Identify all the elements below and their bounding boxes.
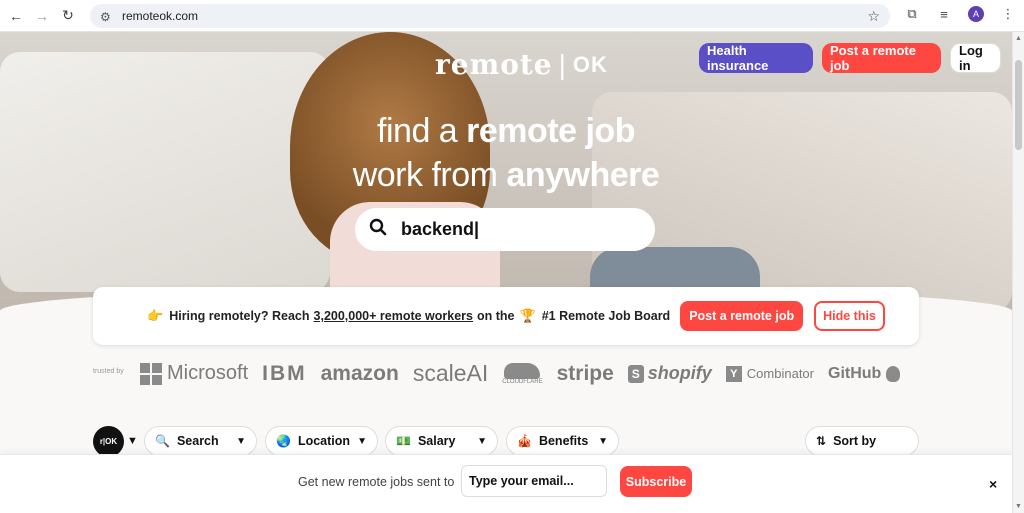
- hero-search-box[interactable]: [355, 208, 655, 251]
- ycombinator-text: Combinator: [746, 366, 814, 381]
- email-field[interactable]: [461, 465, 607, 497]
- banner-workers-link[interactable]: 3,200,000+ remote workers: [314, 309, 473, 323]
- cloudflare-logo: CLOUDFLARE: [502, 362, 543, 385]
- cloudflare-text: CLOUDFLARE: [502, 378, 543, 385]
- microsoft-text: Microsoft: [167, 362, 249, 384]
- hero-headline-1: find a remote job: [0, 112, 1012, 151]
- chevron-down-icon: ▼: [236, 435, 246, 447]
- menu-kebab-icon[interactable]: ⋮: [1000, 6, 1016, 22]
- headline-2-light: work from: [352, 156, 507, 194]
- sort-by-button[interactable]: ⇅ Sort by: [805, 426, 919, 456]
- headline-2-bold: anywhere: [506, 156, 660, 194]
- remoteok-menu-logo[interactable]: r|OK: [93, 426, 124, 457]
- hiring-banner: 👉 Hiring remotely? Reach 3,200,000+ remo…: [93, 287, 919, 345]
- banner-post-job-button[interactable]: Post a remote job: [680, 301, 804, 331]
- forward-icon[interactable]: →: [32, 6, 52, 26]
- bookmark-star-icon[interactable]: ☆: [867, 8, 880, 25]
- shopify-logo: S shopify: [627, 363, 712, 384]
- site-logo[interactable]: remote | OK: [435, 48, 608, 81]
- headline-1-light: find a: [377, 112, 467, 150]
- ycombinator-logo: Y Combinator: [725, 365, 814, 382]
- banner-text-c: #1 Remote Job Board: [541, 309, 671, 323]
- media-controls-icon[interactable]: ≡: [936, 6, 952, 22]
- microsoft-squares-icon: [140, 362, 162, 385]
- stripe-logo: stripe: [556, 361, 614, 385]
- extensions-icon[interactable]: ⧉: [904, 6, 920, 22]
- shopify-bag-icon: S: [627, 364, 644, 383]
- banner-text-b: on the: [477, 309, 515, 323]
- address-bar[interactable]: ⚙ remoteok.com ☆: [90, 4, 890, 28]
- headline-1-bold: remote job: [466, 112, 635, 150]
- logo-word: remote: [435, 48, 553, 81]
- chevron-down-icon: ▼: [477, 435, 487, 447]
- cloud-icon: [504, 362, 541, 379]
- logo-separator: |: [558, 48, 567, 80]
- close-icon[interactable]: ×: [989, 476, 997, 492]
- salary-filter[interactable]: 💵 Salary ▼: [385, 426, 498, 456]
- health-insurance-button[interactable]: Health insurance: [699, 43, 813, 73]
- location-filter[interactable]: 🌏 Location ▼: [265, 426, 378, 456]
- github-logo: GitHub: [828, 364, 901, 383]
- scroll-up-icon[interactable]: ▲: [1015, 35, 1022, 42]
- banner-hide-button[interactable]: Hide this: [814, 301, 885, 331]
- url-text: remoteok.com: [122, 9, 199, 23]
- site-settings-icon[interactable]: ⚙: [100, 10, 114, 24]
- salary-filter-label: Salary: [417, 434, 456, 448]
- sort-icon: ⇅: [816, 434, 827, 448]
- pointing-hand-icon: 👉: [147, 308, 164, 323]
- github-text: GitHub: [828, 364, 882, 382]
- post-job-button[interactable]: Post a remote job: [822, 43, 941, 73]
- benefits-filter[interactable]: 🎪 Benefits ▼: [506, 426, 619, 456]
- magnifier-icon: 🔍: [155, 434, 170, 448]
- scroll-thumb[interactable]: [1015, 60, 1022, 150]
- logo-ok: OK: [572, 51, 608, 77]
- location-filter-label: Location: [297, 434, 351, 448]
- search-filter[interactable]: 🔍 Search ▼: [144, 426, 257, 456]
- subscribe-button[interactable]: Subscribe: [620, 466, 692, 497]
- chevron-down-icon: ▼: [598, 435, 608, 447]
- reload-icon[interactable]: ↻: [58, 6, 78, 26]
- browser-toolbar: ← → ↻ ⚙ remoteok.com ☆ ⧉ ≡ A ⋮: [0, 0, 1024, 32]
- trusted-by-label: trusted by: [93, 368, 124, 375]
- hero-headline-2: work from anywhere: [0, 156, 1012, 195]
- back-icon[interactable]: ←: [6, 6, 26, 26]
- octocat-icon: [886, 365, 901, 382]
- profile-avatar[interactable]: A: [968, 6, 984, 22]
- ibm-logo: IBM: [262, 361, 307, 385]
- search-input[interactable]: [401, 219, 631, 240]
- scaleai-logo: scaleAI: [412, 360, 489, 386]
- globe-icon: 🌏: [276, 434, 291, 448]
- amazon-logo: amazon: [320, 361, 399, 385]
- search-icon: [369, 218, 387, 241]
- money-icon: 💵: [396, 434, 411, 448]
- benefits-filter-label: Benefits: [538, 434, 589, 448]
- brand-logos: Microsoft IBM amazon scaleAI CLOUDFLARE …: [140, 360, 901, 387]
- circus-tent-icon: 🎪: [517, 434, 532, 448]
- search-filter-label: Search: [176, 434, 219, 448]
- microsoft-logo: Microsoft: [140, 362, 248, 385]
- yc-y-icon: Y: [725, 365, 742, 382]
- chevron-down-icon: ▼: [357, 435, 367, 447]
- trophy-icon: 🏆: [519, 308, 536, 323]
- chevron-down-icon[interactable]: ▼: [127, 435, 138, 447]
- scroll-down-icon[interactable]: ▼: [1015, 503, 1022, 510]
- banner-text-a: Hiring remotely? Reach: [169, 309, 310, 323]
- subscribe-bar: Get new remote jobs sent to Subscribe ×: [0, 454, 1012, 513]
- page-scrollbar[interactable]: ▲ ▼: [1012, 32, 1024, 513]
- subscribe-label: Get new remote jobs sent to: [298, 475, 455, 489]
- sort-by-label: Sort by: [833, 434, 877, 448]
- login-button[interactable]: Log in: [950, 43, 1001, 73]
- shopify-text: shopify: [647, 363, 712, 383]
